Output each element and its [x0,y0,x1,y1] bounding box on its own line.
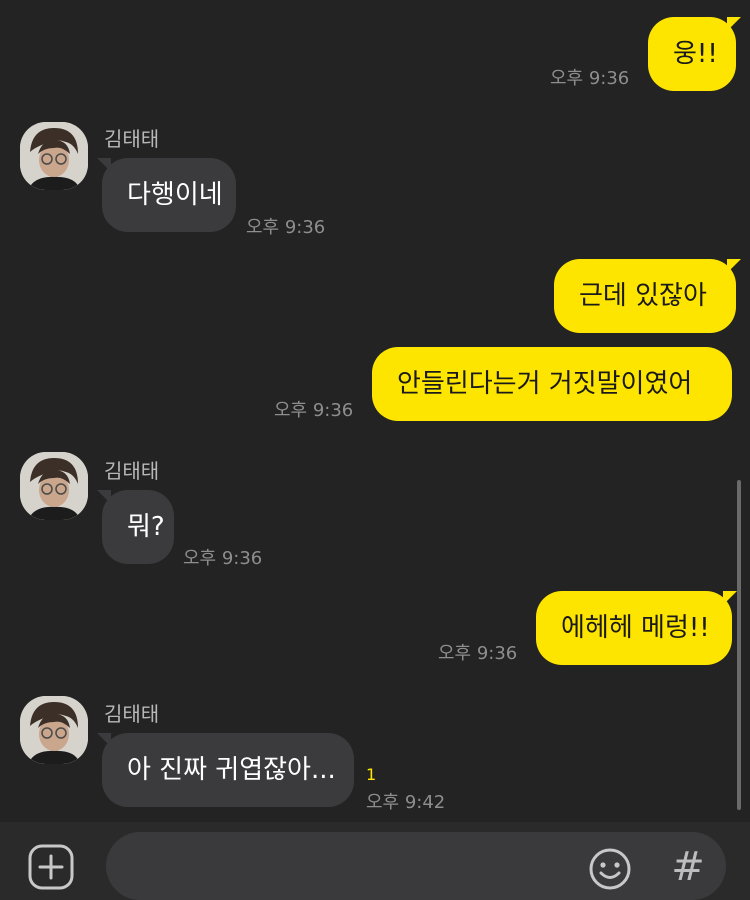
message-time: 오후 9:36 [274,400,354,421]
bubble-tail [727,259,741,273]
avatar[interactable] [20,452,88,520]
bubble-tail [723,591,737,605]
scrollbar[interactable] [737,480,741,810]
sender-name: 김태태 [104,127,160,151]
sender-name: 김태태 [104,702,160,726]
message-time: 오후 9:36 [550,68,630,89]
hashtag-icon[interactable]: # [668,844,708,890]
my-message-bubble[interactable]: 에헤헤 메렁!! [536,591,732,665]
sender-name: 김태태 [104,459,160,483]
my-message-bubble[interactable]: 안들린다는거 거짓말이였어 [372,347,732,421]
avatar[interactable] [20,696,88,764]
message-input[interactable] [106,832,726,900]
my-message-bubble[interactable]: 웅!! [648,17,736,91]
plus-square-icon[interactable] [28,844,74,890]
composer-bar: # [0,822,750,900]
my-message-bubble[interactable]: 근데 있잖아 [554,259,736,333]
message-time: 오후 9:36 [246,217,326,238]
avatar[interactable] [20,122,88,190]
bubble-tail [727,17,741,31]
message-time: 오후 9:42 [366,792,446,813]
their-message-bubble[interactable]: 뭐? [102,490,174,564]
message-time: 오후 9:36 [438,643,518,664]
smiley-icon[interactable] [587,846,633,892]
bubble-tail [97,733,111,747]
bubble-tail [97,490,111,504]
unread-count: 1 [366,765,377,784]
their-message-bubble[interactable]: 아 진짜 귀엽잖아... [102,733,354,807]
their-message-bubble[interactable]: 다행이네 [102,158,236,232]
chat-log: 오후 9:36 웅!! 김태태 다행이네 오후 9:36 근데 있잖아 오후 9… [0,0,750,822]
message-time: 오후 9:36 [183,548,263,569]
bubble-tail [97,158,111,172]
